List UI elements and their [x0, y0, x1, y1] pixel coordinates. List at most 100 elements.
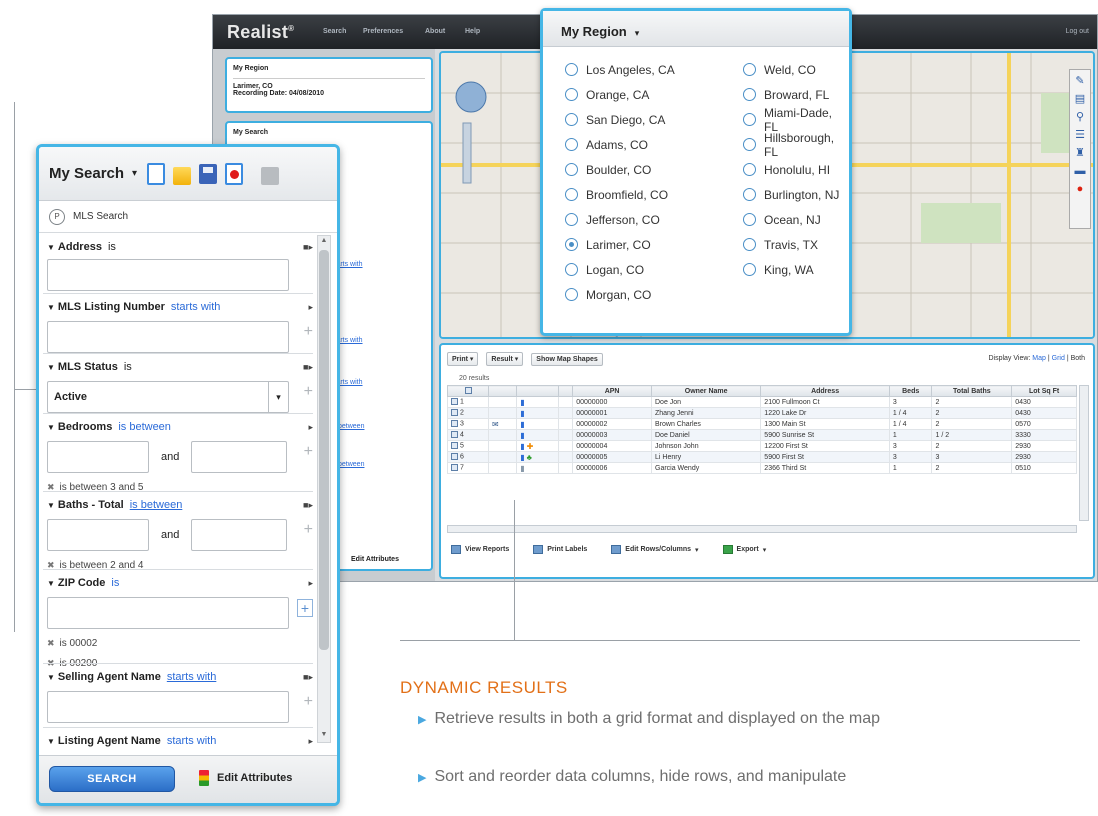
- search-panel-scrollbar[interactable]: ▲ ▼: [317, 235, 331, 743]
- region-option[interactable]: San Diego, CA: [565, 107, 675, 132]
- row-checkbox-cell[interactable]: 3: [446, 418, 490, 430]
- row-checkbox[interactable]: [451, 453, 458, 461]
- draw-icon[interactable]: ✎: [1072, 74, 1088, 88]
- car-icon[interactable]: ▬: [1072, 164, 1088, 178]
- view-both-link[interactable]: Both: [1071, 355, 1085, 362]
- zip-op-link[interactable]: is: [111, 577, 119, 589]
- scroll-down-icon[interactable]: ▼: [319, 731, 329, 741]
- table-row[interactable]: 7 ▮ 00000006 Garcia Wendy 2366 Third St 1 2 051…: [446, 462, 1077, 474]
- signout-link[interactable]: Log out: [1066, 28, 1089, 35]
- bg-my-search[interactable]: My Search: [233, 129, 425, 136]
- row-checkbox-cell[interactable]: 1: [446, 396, 490, 408]
- gray-marker-icon[interactable]: ▮: [520, 464, 524, 473]
- region-option[interactable]: Morgan, CO: [565, 282, 675, 307]
- delete-search-icon[interactable]: [225, 162, 244, 185]
- tag-icon[interactable]: ■▸: [303, 500, 313, 511]
- region-option[interactable]: Miami-Dade, FL: [743, 106, 849, 134]
- map-marker-icon[interactable]: ▮: [520, 420, 524, 429]
- edit-rows-columns-button[interactable]: Edit Rows/Columns ▾: [611, 545, 699, 554]
- view-grid-link[interactable]: Grid: [1052, 355, 1065, 362]
- baths-max-input[interactable]: [191, 519, 288, 551]
- mls-number-op-link[interactable]: starts with: [171, 301, 221, 313]
- add-plus-icon[interactable]: +: [304, 383, 313, 401]
- table-row[interactable]: 1 ▮ 00000000 Doe Jon 2100 Fullmoon Ct 3 2 0430: [446, 396, 1077, 408]
- table-row[interactable]: 2 ▮ 00000001 Zhang Jenni 1220 Lake Dr 1 / 420…: [446, 407, 1077, 419]
- select-all-checkbox[interactable]: [464, 387, 472, 395]
- map-marker-icon[interactable]: ▮: [520, 453, 524, 462]
- row-marker-cell[interactable]: ▮ ✚: [516, 440, 559, 452]
- show-map-shapes-button[interactable]: Show Map Shapes: [531, 352, 603, 366]
- region-option[interactable]: Jefferson, CO: [565, 207, 675, 232]
- row-marker-cell[interactable]: ▮: [516, 462, 559, 474]
- table-row[interactable]: 3 ✉ ▮ 00000002 Brown Charles 1300 Main St 1 / …: [446, 418, 1077, 430]
- tag-icon[interactable]: ■▸: [303, 362, 313, 373]
- mls-status-select[interactable]: Active ▾: [47, 381, 289, 413]
- nav-help[interactable]: Help: [465, 28, 480, 35]
- region-option[interactable]: Honolulu, HI: [743, 157, 849, 182]
- region-option[interactable]: Orange, CA: [565, 82, 675, 107]
- grid-column-header[interactable]: APN: [572, 385, 652, 397]
- region-option[interactable]: Travis, TX: [743, 232, 849, 257]
- mls-radio-icon[interactable]: P: [49, 208, 65, 225]
- map-marker-icon[interactable]: ▮: [520, 431, 524, 440]
- open-folder-icon[interactable]: [173, 166, 192, 185]
- add-plus-icon[interactable]: +: [304, 693, 313, 711]
- table-row[interactable]: 6 ▮ ♣ 00000005 Li Henry 5900 First St 3 3 2930: [446, 451, 1077, 463]
- grid-column-header[interactable]: [488, 385, 518, 397]
- radio-icon[interactable]: [565, 138, 578, 151]
- radio-icon[interactable]: [565, 113, 578, 126]
- baths-min-input[interactable]: [47, 519, 149, 551]
- caret-right-icon[interactable]: ▸: [308, 578, 313, 589]
- print-button[interactable]: Print ▾: [447, 352, 479, 366]
- my-search-title[interactable]: My Search: [49, 165, 124, 182]
- row-marker-cell[interactable]: ▮: [516, 396, 559, 408]
- radio-icon[interactable]: [565, 63, 578, 76]
- radio-icon[interactable]: [743, 88, 756, 101]
- row-checkbox[interactable]: [451, 464, 458, 472]
- zip-input[interactable]: [47, 597, 289, 629]
- radio-icon[interactable]: [743, 63, 756, 76]
- listing-agent-op-link[interactable]: starts with: [167, 735, 217, 747]
- radio-icon[interactable]: [565, 238, 578, 251]
- region-option[interactable]: Weld, CO: [743, 57, 849, 82]
- grid-horizontal-scrollbar[interactable]: [447, 525, 1077, 533]
- table-row[interactable]: 4 ▮ 00000003 Doe Daniel 5900 Sunrise St 1 1 / …: [446, 429, 1077, 441]
- view-map-link[interactable]: Map: [1032, 355, 1046, 362]
- search-button[interactable]: SEARCH: [49, 766, 175, 792]
- radio-icon[interactable]: [565, 213, 578, 226]
- radio-icon[interactable]: [565, 188, 578, 201]
- grid-column-header[interactable]: Owner Name: [650, 385, 762, 397]
- result-button[interactable]: Result ▾: [486, 352, 524, 366]
- grid-column-header[interactable]: Address: [760, 385, 890, 397]
- row-checkbox-cell[interactable]: 5: [446, 440, 490, 452]
- dropdown-arrow-icon[interactable]: ▾: [268, 382, 288, 412]
- list-icon[interactable]: ☰: [1072, 128, 1088, 142]
- mail-icon[interactable]: ✉: [492, 420, 499, 429]
- radio-icon[interactable]: [565, 263, 578, 276]
- grid-column-header[interactable]: [516, 385, 559, 397]
- region-option[interactable]: Broward, FL: [743, 82, 849, 107]
- row-marker-cell[interactable]: ▮: [516, 407, 559, 419]
- row-marker-cell[interactable]: ▮ ♣: [516, 451, 559, 463]
- print-labels-button[interactable]: Print Labels: [533, 545, 587, 554]
- pin-icon[interactable]: ⚲: [1072, 110, 1088, 124]
- green-pin-icon[interactable]: ♣: [527, 453, 532, 462]
- radio-icon[interactable]: [743, 163, 756, 176]
- radio-icon[interactable]: [743, 263, 756, 276]
- row-marker-cell[interactable]: ▮: [516, 418, 559, 430]
- region-option[interactable]: Broomfield, CO: [565, 182, 675, 207]
- map-marker-icon[interactable]: ▮: [520, 442, 524, 451]
- binoculars-icon[interactable]: ♜: [1072, 146, 1088, 160]
- layers-icon[interactable]: ▤: [1072, 92, 1088, 106]
- save-icon[interactable]: [199, 163, 218, 184]
- radio-icon[interactable]: [565, 163, 578, 176]
- mls-number-input[interactable]: [47, 321, 289, 353]
- row-checkbox[interactable]: [451, 442, 458, 450]
- map-marker-icon[interactable]: ▮: [520, 398, 524, 407]
- grid-column-header[interactable]: Beds: [888, 385, 933, 397]
- region-option[interactable]: Hillsborough, FL: [743, 131, 849, 159]
- region-option[interactable]: Los Angeles, CA: [565, 57, 675, 82]
- grid-column-header[interactable]: Total Baths: [931, 385, 1013, 397]
- stop-icon[interactable]: ●: [1072, 182, 1088, 196]
- radio-icon[interactable]: [743, 113, 756, 126]
